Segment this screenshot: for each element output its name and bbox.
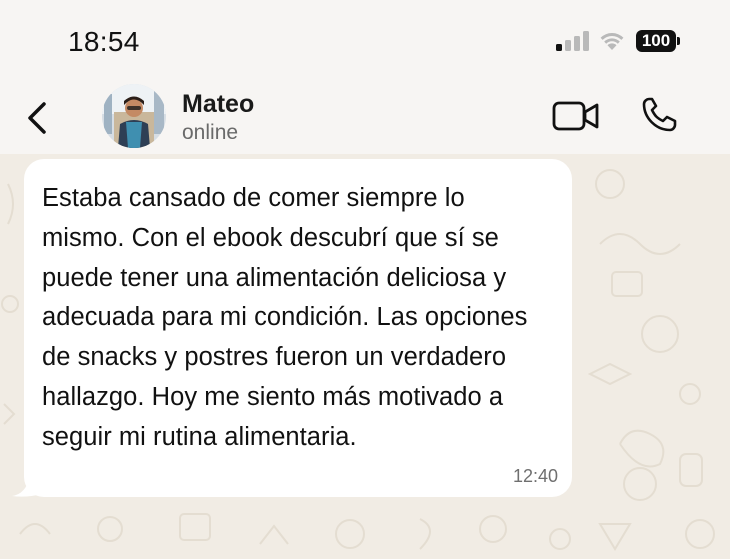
message-text: Estaba cansado de comer siempre lo mismo… xyxy=(42,184,528,451)
status-time: 18:54 xyxy=(68,26,140,57)
phone-icon[interactable] xyxy=(640,96,678,134)
battery-level: 100 xyxy=(636,30,676,52)
chevron-left-icon[interactable] xyxy=(24,100,52,136)
battery-tip xyxy=(677,37,680,45)
video-camera-icon[interactable] xyxy=(552,100,600,132)
status-bar: 18:54 100 xyxy=(0,0,730,82)
contact-status: online xyxy=(182,121,239,144)
message-bubble[interactable]: Estaba cansado de comer siempre lo mismo… xyxy=(24,159,572,497)
signal-icon xyxy=(556,31,589,51)
wifi-icon xyxy=(600,33,624,50)
avatar-photo xyxy=(102,84,166,148)
contact-name[interactable]: Mateo xyxy=(182,90,254,119)
avatar[interactable] xyxy=(102,84,166,148)
battery-icon: 100 xyxy=(636,30,680,52)
chat-header: Mateo online xyxy=(0,82,730,154)
message-time: 12:40 xyxy=(512,466,558,486)
chat-area[interactable]: Estaba cansado de comer siempre lo mismo… xyxy=(0,154,730,559)
